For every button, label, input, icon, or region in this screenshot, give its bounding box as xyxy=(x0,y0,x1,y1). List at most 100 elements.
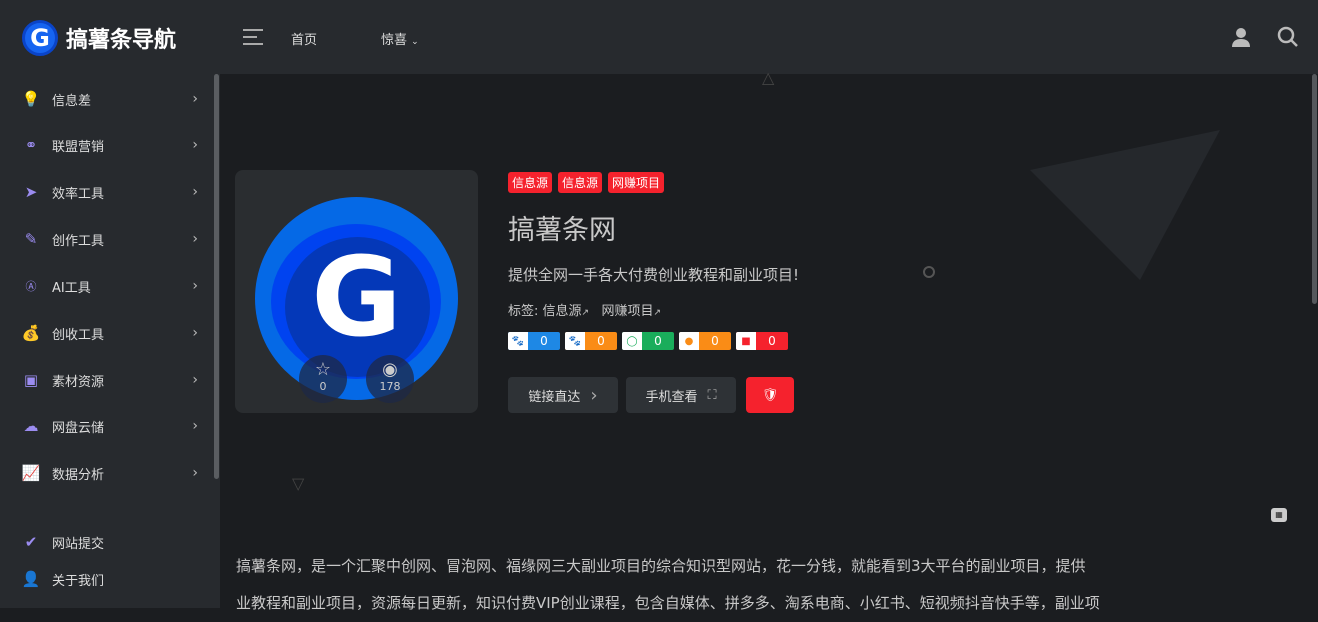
rank-toutiao[interactable]: ■ 0 xyxy=(736,332,788,350)
chevron-right-icon: › xyxy=(590,384,598,406)
chevron-down-icon: ⌄ xyxy=(411,37,419,47)
chevron-right-icon: › xyxy=(192,325,198,341)
rank-sogou[interactable]: 🐾 0 xyxy=(565,332,617,350)
decorative-triangle xyxy=(1030,130,1230,294)
keyboard-icon[interactable]: ▦ xyxy=(1271,508,1287,522)
header: G 搞薯条导航 首页 惊喜 ⌄ xyxy=(0,0,1318,74)
page-scrollbar[interactable] xyxy=(1312,74,1317,304)
tag-link[interactable]: 信息源 xyxy=(543,304,582,319)
rank-value: 0 xyxy=(711,334,719,348)
seo-rankings: 🐾 0 🐾 0 ◯ 0 ● 0 ■ 0 xyxy=(508,332,788,350)
category-tag[interactable]: 信息源 xyxy=(508,172,553,193)
baidu-icon: 🐾 xyxy=(508,332,528,350)
menu-toggle-icon[interactable] xyxy=(243,29,263,50)
site-logo-image: G xyxy=(255,197,458,400)
360-icon: ◯ xyxy=(622,332,642,350)
chart-icon: 📈 xyxy=(21,464,41,482)
sidebar-item-label: 网盘云储 xyxy=(52,420,105,436)
sidebar-item-affiliate[interactable]: ⚭ 联盟营销 › xyxy=(22,133,198,157)
favorite-button[interactable]: ☆ 0 xyxy=(299,355,347,403)
sidebar-item-label: 创作工具 xyxy=(52,233,105,249)
send-icon: ➤ xyxy=(24,183,38,201)
bulb-icon: 💡 xyxy=(21,90,41,108)
favorite-count: 0 xyxy=(319,380,327,393)
category-tag[interactable]: 网赚项目 xyxy=(608,172,665,193)
sidebar-about-us[interactable]: 👤 关于我们 xyxy=(22,567,198,591)
article-line: 业教程和副业项目，资源每日更新，知识付费VIP创业课程，包含自媒体、拼多多、淘系… xyxy=(236,594,1100,612)
view-count: 178 xyxy=(379,380,401,393)
category-tag[interactable]: 信息源 xyxy=(558,172,603,193)
nav-home[interactable]: 首页 xyxy=(291,29,317,48)
site-description: 提供全网一手各大付费创业教程和副业项目! xyxy=(508,266,800,284)
article-line: 搞薯条网，是一个汇聚中创网、冒泡网、福缘网三大副业项目的综合知识型网站，花一分钱… xyxy=(236,557,1086,575)
tag-link[interactable]: 网赚项目 xyxy=(602,304,654,319)
decorative-triangle-outline: ▽ xyxy=(292,474,305,493)
site-logo-letter: G xyxy=(311,233,402,361)
rank-baidu[interactable]: 🐾 0 xyxy=(508,332,560,350)
user-icon[interactable] xyxy=(1230,26,1252,48)
views-counter: ◉ 178 xyxy=(366,355,414,403)
sidebar-item-label: 关于我们 xyxy=(52,573,105,589)
ai-icon: Ⓐ xyxy=(25,280,37,293)
cloud-icon: ☁ xyxy=(23,417,39,435)
sidebar-item-efficiency[interactable]: ➤ 效率工具 › xyxy=(22,180,198,204)
sidebar-item-label: 网站提交 xyxy=(52,536,105,552)
category-tags: 信息源 信息源 网赚项目 xyxy=(508,172,665,193)
chevron-right-icon: › xyxy=(192,418,198,434)
pen-icon: ✎ xyxy=(24,230,38,248)
sidebar-item-materials[interactable]: ▣ 素材资源 › xyxy=(22,368,198,392)
chevron-right-icon: › xyxy=(192,231,198,247)
user-icon: 👤 xyxy=(21,570,41,588)
sidebar-item-label: 创收工具 xyxy=(52,327,105,343)
site-title: 搞薯条网 xyxy=(508,215,616,246)
rank-value: 0 xyxy=(597,334,605,348)
chevron-right-icon: › xyxy=(192,91,198,107)
sidebar: 💡 信息差 › ⚭ 联盟营销 › ➤ 效率工具 › ✎ 创作工具 › Ⓐ AI工具 › 💰 创收工具 ›… xyxy=(0,74,220,608)
sogou-icon: 🐾 xyxy=(565,332,585,350)
rank-value: 0 xyxy=(654,334,662,348)
chevron-right-icon: › xyxy=(192,372,198,388)
visit-label: 链接直达 xyxy=(528,389,581,405)
site-logo-card: G ☆ 0 ◉ 178 xyxy=(235,170,478,413)
sidebar-item-label: 信息差 xyxy=(52,93,92,109)
rank-value: 0 xyxy=(768,334,776,348)
report-button[interactable]: 🛡 xyxy=(746,377,794,413)
sidebar-item-label: 数据分析 xyxy=(52,467,105,483)
sidebar-item-analytics[interactable]: 📈 数据分析 › xyxy=(22,461,198,485)
chevron-right-icon: › xyxy=(192,465,198,481)
shield-icon: 🛡 xyxy=(761,387,779,403)
site-name: 搞薯条导航 xyxy=(66,28,177,53)
sidebar-item-label: AI工具 xyxy=(52,280,91,296)
mobile-label: 手机查看 xyxy=(645,389,698,405)
rank-shenma[interactable]: ● 0 xyxy=(679,332,731,350)
chevron-right-icon: › xyxy=(192,278,198,294)
decorative-triangle-outline: △ xyxy=(762,68,775,87)
nav-surprise[interactable]: 惊喜 ⌄ xyxy=(381,29,419,48)
chevron-right-icon: › xyxy=(192,137,198,153)
site-logo[interactable]: G 搞薯条导航 xyxy=(22,20,176,56)
sidebar-item-income[interactable]: 💰 创收工具 › xyxy=(22,321,198,345)
search-icon[interactable] xyxy=(1277,26,1299,48)
toutiao-icon: ■ xyxy=(736,332,756,350)
sidebar-item-creation[interactable]: ✎ 创作工具 › xyxy=(22,227,198,251)
chevron-right-icon: › xyxy=(192,184,198,200)
visit-link-button[interactable]: 链接直达 › xyxy=(508,377,618,413)
sidebar-item-ai[interactable]: Ⓐ AI工具 › xyxy=(22,274,199,298)
nav-surprise-label: 惊喜 xyxy=(381,33,408,48)
site-tags: 标签: 信息源↗ 网赚项目↗ xyxy=(508,304,662,319)
mobile-view-button[interactable]: 手机查看 ⛶ xyxy=(626,377,736,413)
eye-icon: ◉ xyxy=(382,359,398,380)
sidebar-item-info-gap[interactable]: 💡 信息差 › xyxy=(22,87,198,111)
sidebar-scrollbar[interactable] xyxy=(214,74,219,479)
sidebar-submit-site[interactable]: ✔ 网站提交 xyxy=(22,530,198,554)
sidebar-item-label: 素材资源 xyxy=(52,374,105,390)
star-icon: ☆ xyxy=(314,359,332,380)
sidebar-item-label: 联盟营销 xyxy=(52,139,105,155)
network-icon: ⚭ xyxy=(24,136,38,154)
decorative-circle xyxy=(923,266,935,278)
image-icon: ▣ xyxy=(23,371,39,389)
rank-360[interactable]: ◯ 0 xyxy=(622,332,674,350)
logo-icon: G xyxy=(22,20,58,56)
sidebar-item-cloud[interactable]: ☁ 网盘云储 › xyxy=(22,414,199,438)
shenma-icon: ● xyxy=(679,332,699,350)
